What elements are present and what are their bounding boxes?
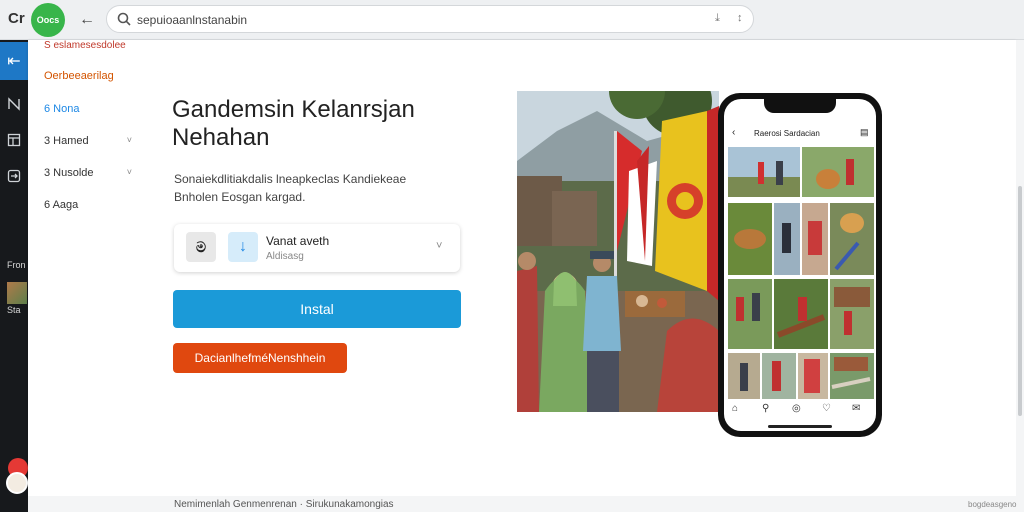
back-button[interactable]: ←: [76, 9, 98, 31]
sort-icon[interactable]: ↕: [737, 12, 743, 24]
home-indicator: [768, 425, 832, 428]
page-title: Gandemsin Kelanrsjan Nehahan: [172, 96, 415, 151]
sidebar-item-label: 3 Hamed: [44, 135, 89, 147]
phone-app-header: ‹ Raerosi Sardacian ▤: [724, 123, 876, 145]
layout-icon[interactable]: [6, 132, 22, 148]
rail-label: Fron: [7, 260, 26, 270]
sidebar-item-label: 3 Nusolde: [44, 167, 94, 179]
photo-grid[interactable]: [728, 147, 874, 399]
browser-toolbar: Cr Oocs ← sepuioaanlnstanabin ⤓ ↕: [0, 0, 1024, 40]
brand-logo[interactable]: Oocs: [31, 3, 65, 37]
hero-image: [517, 91, 719, 412]
footer-right-text: bogdeasgeno: [968, 500, 1017, 509]
page-description: Sonaiekdlitiakdalis lneapkeclas Kandieke…: [174, 172, 407, 204]
collapse-sidebar-button[interactable]: ⇤: [0, 42, 28, 80]
nav-icon[interactable]: [6, 96, 22, 112]
avatar[interactable]: [6, 472, 28, 494]
footer-strip: Nemimenlah Genmenrenan · Sirukunakamongi…: [28, 496, 1017, 512]
chevron-down-icon[interactable]: ˅: [436, 240, 442, 252]
install-button[interactable]: Instal: [173, 290, 461, 328]
sidebar-item-label: 6 Nona: [44, 103, 80, 115]
sidebar-item-active[interactable]: Oerbeeaerilag: [44, 70, 114, 82]
phone-bottom-nav: ⌂ ⚲ ◎ ♡ ✉: [724, 399, 876, 423]
camera-icon[interactable]: ◎: [792, 403, 801, 414]
scrollbar-track: [1016, 40, 1024, 512]
left-rail: ⇤ Fron Sta: [0, 40, 28, 512]
home-icon[interactable]: ⌂: [732, 403, 738, 414]
footer-text: Nemimenlah Genmenrenan · Sirukunakamongi…: [174, 499, 394, 510]
rail-thumbnail[interactable]: [7, 282, 27, 304]
search-input[interactable]: sepuioaanlnstanabin: [137, 13, 247, 27]
sidebar-item-nona[interactable]: 6 Nona: [44, 103, 132, 115]
chevron-down-icon: ˅: [126, 135, 132, 145]
search-icon: [117, 12, 131, 26]
secondary-action-button[interactable]: DacianlhefméNenshhein: [173, 343, 347, 373]
phone-mockup: ‹ Raerosi Sardacian ▤ ⌂ ⚲ ◎ ♡ ✉: [718, 93, 882, 437]
rail-label-secondary: Sta: [7, 305, 21, 315]
scrollbar-thumb[interactable]: [1018, 186, 1022, 416]
heart-icon[interactable]: ♡: [822, 403, 831, 414]
app-icon: ම: [186, 232, 216, 262]
download-icon: ↓: [228, 232, 258, 262]
menu-icon[interactable]: ▤: [860, 127, 869, 138]
selector-subtitle: Aldisasg: [266, 251, 304, 262]
sidebar-item-aaga[interactable]: 6 Aaga: [44, 199, 132, 211]
phone-screen: ‹ Raerosi Sardacian ▤ ⌂ ⚲ ◎ ♡ ✉: [724, 99, 876, 431]
download-icon[interactable]: ⤓: [715, 12, 720, 25]
search-bar[interactable]: sepuioaanlnstanabin ⤓ ↕: [106, 5, 754, 33]
chevron-down-icon: ˅: [126, 167, 132, 177]
selector-title: Vanat aveth: [266, 234, 330, 248]
search-icon[interactable]: ⚲: [762, 403, 769, 414]
brand-text: Cr: [8, 10, 25, 27]
phone-app-title: Raerosi Sardacian: [754, 129, 820, 138]
sidebar-item-label: 6 Aaga: [44, 199, 79, 211]
sidebar-item-nusolde[interactable]: 3 Nusolde ˅: [44, 167, 132, 179]
back-icon[interactable]: ‹: [732, 127, 735, 138]
sidebar-top-link[interactable]: S eslamesesdolee: [44, 40, 126, 51]
sidebar-item-hamed[interactable]: 3 Hamed ˅: [44, 135, 132, 147]
login-icon[interactable]: [6, 168, 22, 184]
mail-icon[interactable]: ✉: [852, 403, 860, 414]
version-selector[interactable]: ම ↓ Vanat aveth Aldisasg ˅: [174, 224, 460, 272]
phone-notch: [764, 99, 836, 113]
